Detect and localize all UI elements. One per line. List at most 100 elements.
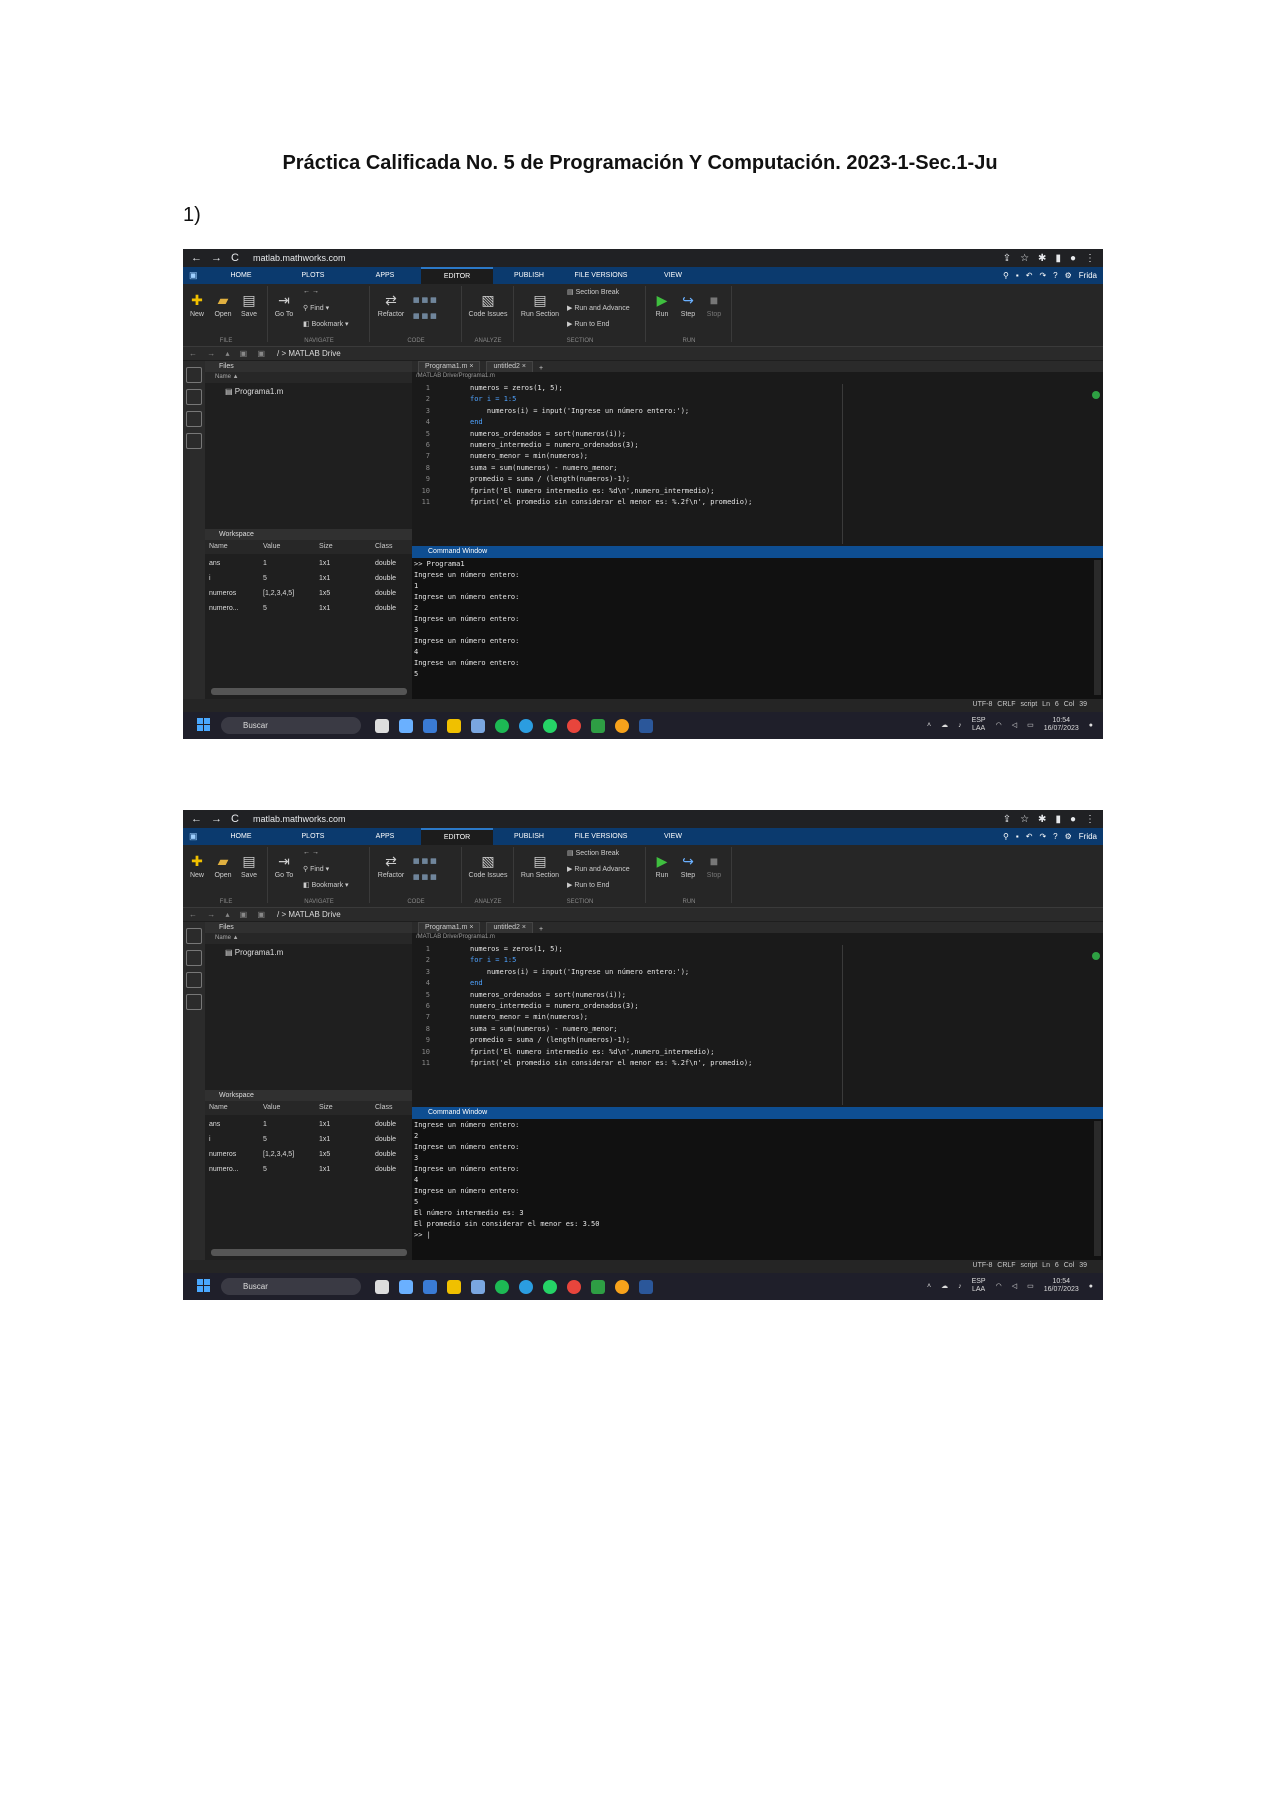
open-button[interactable]: ▰ Open [213,292,233,318]
tab-editor[interactable]: EDITOR [421,267,493,284]
nav-arrows-icon[interactable]: ← → [303,849,319,856]
files-rail-icon[interactable] [186,928,202,944]
save-icon[interactable]: ▪ [1016,832,1019,841]
addons-rail-icon[interactable] [186,411,202,427]
address-nav-icons[interactable]: ← → ▴ ▣ ▣ [189,349,269,358]
share-icon[interactable]: ⇪ [1003,253,1011,264]
code-line[interactable]: 10 fprint('El numero intermedio es: %d\n'… [412,487,842,498]
run-to-end-button[interactable]: ▶ Run to End [567,320,609,328]
run-and-advance-button[interactable]: ▶ Run and Advance [567,865,630,873]
code-tools-icon[interactable]: ▦ ▦ ▦ [413,857,437,865]
gear-icon[interactable]: ⚙ [1065,832,1072,841]
code-line[interactable]: 5 numeros_ordenados = sort(numeros(i)); [412,991,842,1002]
run-button[interactable]: ▶ Run [651,292,673,318]
undo-icon[interactable]: ↶ [1026,271,1033,280]
workspace-rail-icon[interactable] [186,950,202,966]
code-area[interactable]: 1 numeros = zeros(1, 5); 2 for i = 1:5 3 num… [412,945,842,1070]
tab-untitled2[interactable]: untitled2 × [486,361,533,372]
stop-button[interactable]: ■ Stop [703,853,725,879]
workspace-scrollbar[interactable] [211,688,407,695]
code-line[interactable]: 9 promedio = suma / (length(numeros)-1); [412,1036,842,1047]
calculator-icon[interactable] [471,719,485,733]
tab-programa1[interactable]: Programa1.m × [418,922,481,933]
help-icon[interactable]: ? [1053,832,1057,841]
section-break-button[interactable]: ▤ Section Break [567,849,619,857]
tab-publish[interactable]: PUBLISH [493,828,565,845]
code-line[interactable]: 4 end [412,418,842,429]
ws-col-name[interactable]: Name [209,543,228,550]
share-icon[interactable]: ⇪ [1003,814,1011,825]
open-button[interactable]: ▰ Open [213,853,233,879]
address-bar[interactable]: ← → ▴ ▣ ▣ / > MATLAB Drive [183,908,1103,921]
tab-file-versions[interactable]: FILE VERSIONS [565,267,637,284]
bookmark-button[interactable]: ◧ Bookmark ▾ [303,881,349,889]
history-rail-icon[interactable] [186,433,202,449]
workspace-row[interactable]: numeros [1,2,3,4,5] 1x5 double [205,1148,412,1163]
edge-icon[interactable] [519,719,533,733]
notification-icon[interactable]: ● [1089,722,1093,729]
clock[interactable]: 10:54 16/07/2023 [1044,717,1079,733]
undo-icon[interactable]: ↶ [1026,832,1033,841]
section-break-button[interactable]: ▤ Section Break [567,288,619,296]
code-tools-2-icon[interactable]: ▦ ▦ ▦ [413,873,437,881]
code-line[interactable]: 2 for i = 1:5 [412,395,842,406]
code-line[interactable]: 6 numero_intermedio = numero_ordenados(3)… [412,441,842,452]
extensions-icon[interactable]: ✱ [1038,814,1046,825]
search-icon[interactable]: ⚲ [1003,271,1009,280]
save-button[interactable]: ▤ Save [239,853,259,879]
tab-view[interactable]: VIEW [637,267,709,284]
code-line[interactable]: 11 fprint('el promedio sin considerar el … [412,1059,842,1070]
chevron-up-icon[interactable]: ˄ [927,1283,931,1290]
ws-col-size[interactable]: Size [319,1104,333,1111]
tab-plots[interactable]: PLOTS [277,828,349,845]
bookmark-button[interactable]: ◧ Bookmark ▾ [303,320,349,328]
code-line[interactable]: 8 suma = sum(numeros) - numero_menor; [412,1025,842,1036]
step-button[interactable]: ↪ Step [677,292,699,318]
code-line[interactable]: 1 numeros = zeros(1, 5); [412,945,842,956]
ws-col-value[interactable]: Value [263,1104,280,1111]
save-button[interactable]: ▤ Save [239,292,259,318]
command-scrollbar[interactable] [1094,1121,1101,1256]
command-window[interactable]: Command Window Ingrese un número entero:… [412,1107,1103,1260]
reload-icon[interactable]: C [231,813,239,825]
word-icon[interactable] [639,719,653,733]
star-icon[interactable]: ☆ [1020,253,1029,264]
go-to-button[interactable]: ⇥ Go To [271,292,297,318]
edge-icon[interactable] [519,1280,533,1294]
command-window[interactable]: Command Window >> Programa1 Ingrese un nú… [412,546,1103,699]
address-bar[interactable]: ← → ▴ ▣ ▣ / > MATLAB Drive [183,347,1103,360]
task-view-icon[interactable] [375,1280,389,1294]
calculator-icon[interactable] [471,1280,485,1294]
sticky-notes-icon[interactable] [447,719,461,733]
workspace-row[interactable]: i 5 1x1 double [205,1133,412,1148]
workspace-scrollbar[interactable] [211,1249,407,1256]
workspace-row[interactable]: ans 1 1x1 double [205,557,412,572]
code-line[interactable]: 6 numero_intermedio = numero_ordenados(3)… [412,1002,842,1013]
code-line[interactable]: 11 fprint('el promedio sin considerar el … [412,498,842,509]
address-nav-icons[interactable]: ← → ▴ ▣ ▣ [189,910,269,919]
new-tab-button[interactable]: + [539,926,543,933]
back-icon[interactable]: ← [191,252,202,264]
workspace-row[interactable]: numeros [1,2,3,4,5] 1x5 double [205,587,412,602]
cloud-icon[interactable]: ☁ [941,721,948,729]
language-indicator[interactable]: ESP LAA [972,1278,986,1294]
workspace-row[interactable]: i 5 1x1 double [205,572,412,587]
url-bar[interactable]: matlab.mathworks.com [253,814,346,824]
weather-icon[interactable] [399,1280,413,1294]
tab-file-versions[interactable]: FILE VERSIONS [565,828,637,845]
ws-col-value[interactable]: Value [263,543,280,550]
photos-icon[interactable] [591,719,605,733]
profile-icon[interactable]: ● [1070,253,1076,264]
go-to-button[interactable]: ⇥ Go To [271,853,297,879]
code-line[interactable]: 9 promedio = suma / (length(numeros)-1); [412,475,842,486]
code-line[interactable]: 10 fprint('El numero intermedio es: %d\n'… [412,1048,842,1059]
extensions-icon[interactable]: ✱ [1038,253,1046,264]
file-item[interactable]: ▤ Programa1.m [225,387,283,396]
mic-icon[interactable]: ♪ [958,722,962,729]
battery-icon[interactable]: ▭ [1027,721,1034,729]
volume-icon[interactable]: ◁ [1012,721,1017,729]
refactor-button[interactable]: ⇄ Refactor [373,853,409,879]
cloud-icon[interactable]: ☁ [941,1282,948,1290]
chrome-icon[interactable] [567,719,581,733]
chrome-icon[interactable] [567,1280,581,1294]
